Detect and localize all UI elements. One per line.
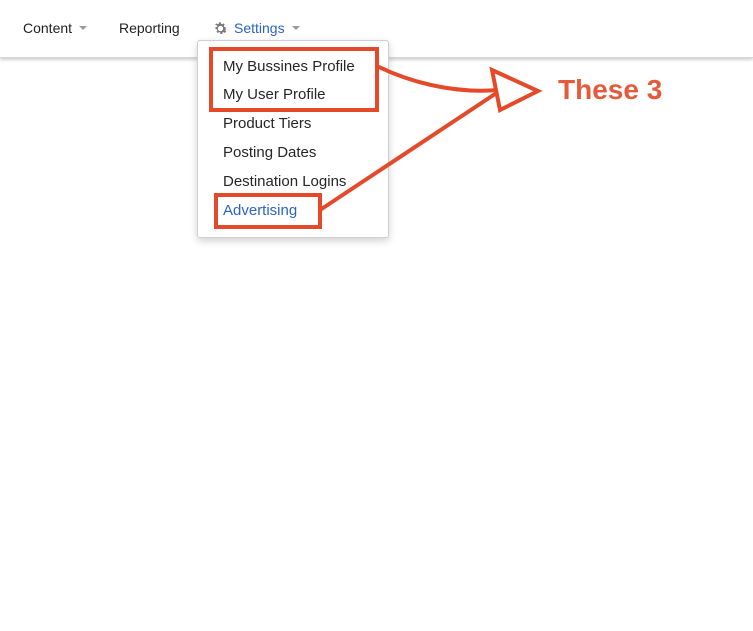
nav-item-label: Content [23, 20, 73, 36]
annotation-arrow-line-top [376, 64, 499, 93]
nav-item-settings[interactable]: Settings [212, 18, 300, 38]
menu-item-posting-dates[interactable]: Posting Dates [223, 142, 316, 164]
page: Content Reporting Settings My Bussines P… [0, 0, 753, 631]
gear-icon [215, 21, 228, 34]
nav-item-label: Reporting [119, 20, 180, 36]
menu-item-advertising[interactable]: Advertising [223, 200, 297, 222]
settings-dropdown-menu: My Bussines Profile My User Profile Prod… [197, 40, 389, 238]
annotation-label: These 3 [558, 74, 663, 105]
caret-down-icon [79, 26, 88, 30]
menu-item-destination-logins[interactable]: Destination Logins [223, 171, 346, 193]
caret-down-icon [291, 26, 300, 30]
nav-item-label: Settings [234, 20, 285, 36]
annotation-arrowhead-icon [489, 66, 543, 113]
menu-item-my-business-profile[interactable]: My Bussines Profile [223, 56, 355, 78]
nav-item-reporting[interactable]: Reporting [119, 18, 180, 38]
nav-item-content[interactable]: Content [23, 18, 88, 38]
menu-item-my-user-profile[interactable]: My User Profile [223, 84, 326, 106]
menu-item-product-tiers[interactable]: Product Tiers [223, 113, 311, 135]
